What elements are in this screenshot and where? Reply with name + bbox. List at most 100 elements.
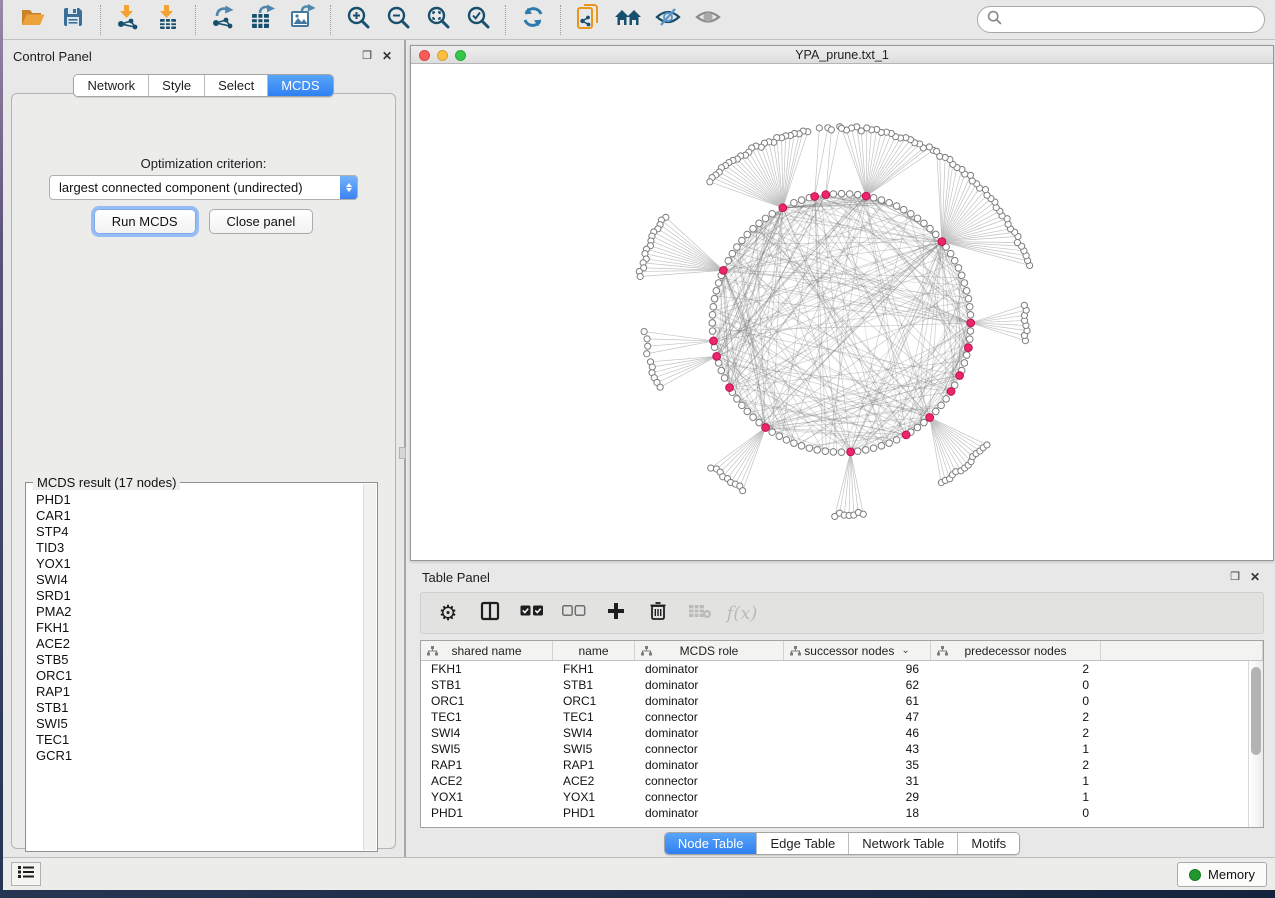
mcds-result-item[interactable]: SWI4	[36, 572, 363, 588]
mcds-list-scrollbar[interactable]	[363, 484, 376, 850]
save-session-button[interactable]	[53, 4, 93, 36]
table-settings-button[interactable]: ⚙	[431, 597, 465, 629]
zoom-in-button[interactable]	[338, 4, 378, 36]
mcds-result-item[interactable]: STP4	[36, 524, 363, 540]
table-scrollbar-thumb[interactable]	[1251, 667, 1261, 755]
export-table-button[interactable]	[243, 4, 283, 36]
hide-glass-button[interactable]	[648, 4, 688, 36]
mcds-result-item[interactable]: STB5	[36, 652, 363, 668]
houses-icon	[613, 5, 643, 34]
table-cell: 2	[931, 757, 1101, 773]
float-table-panel-icon[interactable]: ❒	[1230, 570, 1240, 584]
table-cell: 2	[931, 725, 1101, 741]
delete-row-button[interactable]	[641, 597, 675, 629]
table-cell: dominator	[635, 677, 784, 693]
close-panel-button[interactable]: Close panel	[209, 209, 314, 234]
tab-motifs[interactable]: Motifs	[958, 833, 1019, 854]
export-network-button[interactable]	[203, 4, 243, 36]
table-scrollbar[interactable]	[1248, 661, 1263, 827]
search-icon	[987, 10, 1002, 30]
table-row[interactable]: TEC1TEC1connector472	[421, 709, 1248, 725]
tab-network[interactable]: Network	[74, 75, 149, 96]
checked-boxes-icon	[520, 604, 544, 622]
tab-node-table[interactable]: Node Table	[665, 833, 758, 854]
table-cell: 0	[931, 805, 1101, 821]
table-cell: ACE2	[553, 773, 635, 789]
import-table-button[interactable]	[148, 4, 188, 36]
export-table-icon	[250, 4, 276, 35]
close-table-panel-icon[interactable]: ✕	[1250, 570, 1260, 584]
mcds-result-item[interactable]: ORC1	[36, 668, 363, 684]
refresh-button[interactable]	[513, 4, 553, 36]
control-panel-tabs: NetworkStyleSelectMCDS	[73, 74, 333, 97]
open-file-button[interactable]	[13, 4, 53, 36]
import-network-icon	[116, 4, 140, 35]
search-box[interactable]	[977, 6, 1265, 33]
memory-button[interactable]: Memory	[1177, 862, 1267, 887]
mcds-result-item[interactable]: YOX1	[36, 556, 363, 572]
mcds-result-item[interactable]: PHD1	[36, 492, 363, 508]
table-row[interactable]: STB1STB1dominator620	[421, 677, 1248, 693]
tab-mcds[interactable]: MCDS	[268, 75, 332, 96]
add-row-button[interactable]	[599, 597, 633, 629]
table-row[interactable]: YOX1YOX1connector291	[421, 789, 1248, 805]
table-row[interactable]: SWI5SWI5connector431	[421, 741, 1248, 757]
zoom-fit-button[interactable]	[418, 4, 458, 36]
mcds-result-item[interactable]: GCR1	[36, 748, 363, 764]
run-mcds-button[interactable]: Run MCDS	[94, 209, 196, 234]
mcds-result-item[interactable]: SWI5	[36, 716, 363, 732]
table-cell: 35	[784, 757, 931, 773]
table-row[interactable]: RAP1RAP1dominator352	[421, 757, 1248, 773]
application-window: Control Panel ❒ ✕ NetworkStyleSelectMCDS…	[3, 0, 1275, 890]
mcds-result-item[interactable]: TID3	[36, 540, 363, 556]
optimization-criterion-select[interactable]: largest connected component (undirected)	[49, 175, 358, 200]
column-header-MCDS-role[interactable]: MCDS role	[635, 641, 784, 660]
table-row[interactable]: FKH1FKH1dominator962	[421, 661, 1248, 677]
duplicate-network-button[interactable]	[568, 4, 608, 36]
mcds-result-item[interactable]: STB1	[36, 700, 363, 716]
toolbar-separator	[505, 5, 506, 35]
table-row[interactable]: SWI4SWI4dominator462	[421, 725, 1248, 741]
tab-edge-table[interactable]: Edge Table	[757, 833, 849, 854]
zoom-selected-button[interactable]	[458, 4, 498, 36]
column-header-predecessor-nodes[interactable]: predecessor nodes	[931, 641, 1101, 660]
mcds-result-item[interactable]: RAP1	[36, 684, 363, 700]
mcds-result-item[interactable]: TEC1	[36, 732, 363, 748]
mcds-result-item[interactable]: CAR1	[36, 508, 363, 524]
column-layout-button[interactable]	[473, 597, 507, 629]
deselect-all-button[interactable]	[557, 597, 591, 629]
memory-status-icon	[1189, 869, 1201, 881]
table-row[interactable]: PHD1PHD1dominator180	[421, 805, 1248, 821]
show-glass-button	[688, 4, 728, 36]
tab-select[interactable]: Select	[205, 75, 268, 96]
mcds-result-item[interactable]: FKH1	[36, 620, 363, 636]
table-cell: dominator	[635, 757, 784, 773]
float-panel-icon[interactable]: ❒	[362, 49, 372, 63]
network-graph[interactable]	[411, 65, 1273, 560]
optimization-criterion-value: largest connected component (undirected)	[50, 180, 340, 195]
tab-style[interactable]: Style	[149, 75, 205, 96]
table-cell	[1101, 789, 1248, 805]
mcds-result-item[interactable]: PMA2	[36, 604, 363, 620]
search-input[interactable]	[1008, 12, 1255, 27]
mcds-result-item[interactable]: SRD1	[36, 588, 363, 604]
column-header-shared-name[interactable]: shared name	[421, 641, 553, 660]
table-cell: dominator	[635, 693, 784, 709]
panel-splitter-handle[interactable]	[399, 447, 406, 459]
column-header-successor-nodes[interactable]: successor nodes⌄	[784, 641, 931, 660]
show-panels-button[interactable]	[11, 862, 41, 886]
column-header-name[interactable]: name	[553, 641, 635, 660]
import-network-button[interactable]	[108, 4, 148, 36]
table-row[interactable]: ACE2ACE2connector311	[421, 773, 1248, 789]
memory-label: Memory	[1208, 867, 1255, 882]
table-row[interactable]: ORC1ORC1dominator610	[421, 693, 1248, 709]
tab-network-table[interactable]: Network Table	[849, 833, 958, 854]
network-canvas	[411, 65, 1273, 560]
mcds-result-item[interactable]: ACE2	[36, 636, 363, 652]
table-cell: TEC1	[421, 709, 553, 725]
zoom-out-button[interactable]	[378, 4, 418, 36]
close-panel-icon[interactable]: ✕	[382, 49, 392, 63]
select-all-button[interactable]	[515, 597, 549, 629]
export-image-button[interactable]	[283, 4, 323, 36]
home-networks-button[interactable]	[608, 4, 648, 36]
